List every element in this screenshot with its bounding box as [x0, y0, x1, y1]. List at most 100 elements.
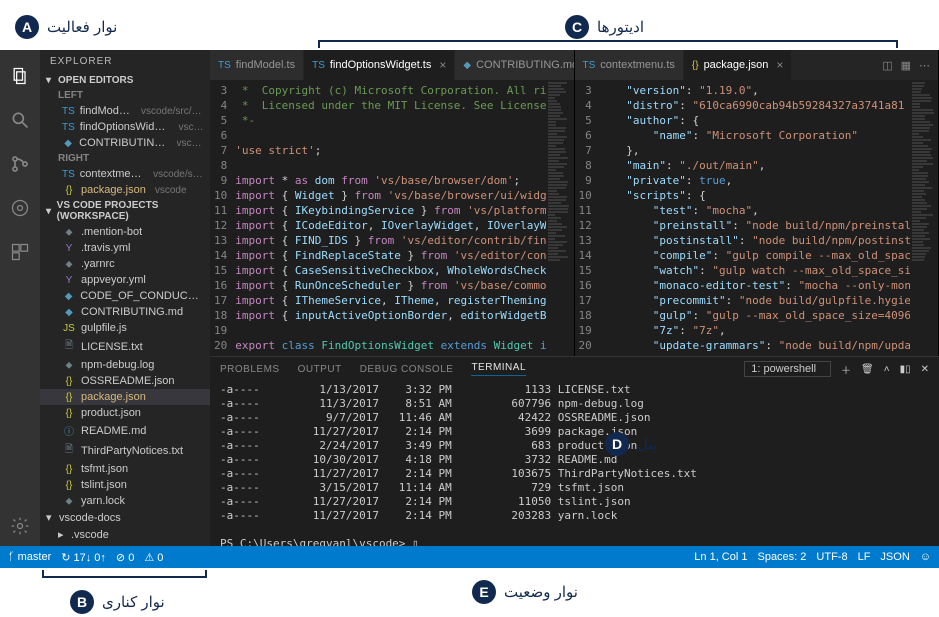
file-icon: Y — [62, 243, 76, 254]
file-name: package.json — [81, 184, 146, 196]
file-name: .yarnrc — [81, 258, 115, 270]
line-col[interactable]: Ln 1, Col 1 — [694, 551, 747, 563]
error-count[interactable]: ⊘ 0 — [116, 551, 134, 564]
file-item[interactable]: ⬥yarn.lock — [40, 493, 210, 509]
file-item[interactable]: ◆CONTRIBUTING.md — [40, 304, 210, 320]
more-actions-icon[interactable]: ⋯ — [919, 59, 930, 72]
panel-split-icon[interactable]: ▮▯ — [900, 364, 911, 375]
close-tab-icon[interactable]: × — [776, 58, 783, 72]
extensions-icon[interactable] — [0, 232, 40, 272]
file-item[interactable]: ⬥.mention-bot — [40, 224, 210, 240]
code-editor-left[interactable]: 34567891011121314151617181920 * Copyrigh… — [210, 80, 574, 356]
feedback-icon[interactable]: ☺ — [920, 551, 931, 563]
open-editor-item[interactable]: TSfindOptionsWidget.tsvsco... — [40, 119, 210, 135]
editor-tab[interactable]: TScontextmenu.ts — [575, 50, 684, 80]
file-icon: {} — [62, 464, 76, 475]
kill-terminal-icon[interactable]: 🗑 — [861, 364, 874, 375]
file-icon: TS — [218, 60, 231, 71]
git-branch[interactable]: ᚶ master — [8, 551, 51, 563]
file-name: findModel.ts — [80, 105, 132, 117]
tab-bar-left: TS findModel.ts TS findOptionsWidget.ts × ◆CO… — [210, 50, 574, 80]
file-icon: TS — [312, 60, 325, 71]
sidebar-title: EXPLORER — [40, 50, 210, 73]
settings-icon[interactable] — [0, 506, 40, 546]
open-editor-item[interactable]: TSfindModel.tsvscode/src/vs/... — [40, 103, 210, 119]
editor-tab[interactable]: TS findModel.ts — [210, 50, 304, 80]
eol[interactable]: LF — [858, 551, 871, 563]
panel-tabs: PROBLEMS OUTPUT DEBUG CONSOLE TERMINAL 1… — [210, 357, 939, 381]
file-item[interactable]: 🗎LICENSE.txt — [40, 336, 210, 357]
file-item[interactable]: {}product.json — [40, 405, 210, 421]
language-mode[interactable]: JSON — [880, 551, 909, 563]
file-item[interactable]: ⓘREADME.md — [40, 421, 210, 440]
editor-tab[interactable]: {}package.json× — [684, 50, 793, 80]
callout-e: Eنوار وضعیت — [472, 580, 578, 604]
code-editor-right[interactable]: 345678910111213141516171819202122 "versi… — [575, 80, 939, 356]
file-name: OSSREADME.json — [81, 375, 175, 387]
file-item[interactable]: {}OSSREADME.json — [40, 373, 210, 389]
file-name: package.json — [81, 391, 146, 403]
open-editor-item[interactable]: {}package.jsonvscode — [40, 182, 210, 198]
file-name: contextmenu.ts — [80, 168, 144, 180]
editor-tab[interactable]: ◆CONTRIBUTING.md — [455, 50, 573, 80]
panel-tab-debug[interactable]: DEBUG CONSOLE — [360, 364, 454, 375]
file-item[interactable]: ⬥npm-debug.log — [40, 357, 210, 373]
layout-icon[interactable]: ▦ — [901, 59, 911, 72]
file-icon: {} — [62, 408, 76, 419]
file-item[interactable]: JSgulpfile.js — [40, 320, 210, 336]
open-editors-header[interactable]: ▾OPEN EDITORS — [40, 73, 210, 88]
tab-label: findOptionsWidget.ts — [330, 59, 432, 71]
file-item[interactable]: ⬥ .yarnrc — [40, 256, 210, 272]
callout-c: Cادیتورها — [565, 15, 644, 39]
debug-icon[interactable] — [0, 188, 40, 228]
panel-tab-problems[interactable]: PROBLEMS — [220, 364, 280, 375]
terminal-body[interactable]: -a---- 1/13/2017 3:32 PM 1133 LICENSE.tx… — [210, 381, 939, 546]
file-icon: ⬥ — [62, 360, 76, 371]
file-name: appveyor.yml — [81, 274, 146, 286]
panel-tab-output[interactable]: OUTPUT — [298, 364, 342, 375]
file-path: vscode/src/vs/... — [141, 106, 204, 117]
file-icon: ⬥ — [62, 227, 76, 238]
minimap[interactable] — [546, 80, 574, 356]
workspace-header[interactable]: ▾VS CODE PROJECTS (WORKSPACE) — [40, 198, 210, 224]
panel-maximize-icon[interactable]: ˄ — [884, 364, 890, 375]
file-name: gulpfile.js — [81, 322, 127, 334]
folder-item[interactable]: ▾vscode-docs — [40, 509, 210, 526]
callout-d: Dپنل — [605, 432, 657, 456]
file-item[interactable]: Yappveyor.yml — [40, 272, 210, 288]
tab-label: CONTRIBUTING.md — [476, 59, 573, 71]
bracket-sidebar — [42, 570, 207, 578]
file-item[interactable]: Y.travis.yml — [40, 240, 210, 256]
open-editor-item[interactable]: TScontextmenu.tsvscode/src/... — [40, 166, 210, 182]
sync-status[interactable]: ↻ 17↓ 0↑ — [61, 551, 106, 564]
indent[interactable]: Spaces: 2 — [757, 551, 806, 563]
split-editor-icon[interactable]: ◫ — [882, 59, 892, 72]
tab-bar-right: TScontextmenu.ts{}package.json× ◫ ▦ ⋯ — [575, 50, 939, 80]
editor-tab[interactable]: TS findOptionsWidget.ts × — [304, 50, 455, 80]
file-item[interactable]: {}tslint.json — [40, 477, 210, 493]
warning-count[interactable]: ⚠ 0 — [144, 551, 163, 564]
close-tab-icon[interactable]: × — [439, 58, 446, 72]
file-icon: ⬥ — [62, 259, 76, 270]
file-item[interactable]: {}package.json — [40, 389, 210, 405]
terminal-selector[interactable]: 1: powershell — [744, 361, 831, 377]
file-item[interactable]: {}tsfmt.json — [40, 461, 210, 477]
editor-group-right: TScontextmenu.ts{}package.json× ◫ ▦ ⋯ 34567… — [575, 50, 939, 356]
file-item[interactable]: 🗎ThirdPartyNotices.txt — [40, 440, 210, 461]
panel-tab-terminal[interactable]: TERMINAL — [471, 362, 526, 376]
folder-item[interactable]: ▸.vscode — [40, 526, 210, 543]
panel-close-icon[interactable]: ✕ — [921, 364, 929, 375]
file-item[interactable]: ◆CODE_OF_CONDUCT.md — [40, 288, 210, 304]
open-editor-item[interactable]: ◆CONTRIBUTING.mdvscode — [40, 135, 210, 151]
explorer-icon[interactable] — [0, 56, 40, 96]
file-path: vscode/src/... — [153, 169, 204, 180]
activity-bar — [0, 50, 40, 546]
file-name: yarn.lock — [81, 495, 125, 507]
encoding[interactable]: UTF-8 — [816, 551, 847, 563]
new-terminal-icon[interactable]: ＋ — [841, 362, 851, 377]
file-icon: {} — [692, 60, 699, 71]
search-icon[interactable] — [0, 100, 40, 140]
source-control-icon[interactable] — [0, 144, 40, 184]
minimap[interactable] — [910, 80, 938, 356]
tab-label: findModel.ts — [236, 59, 295, 71]
